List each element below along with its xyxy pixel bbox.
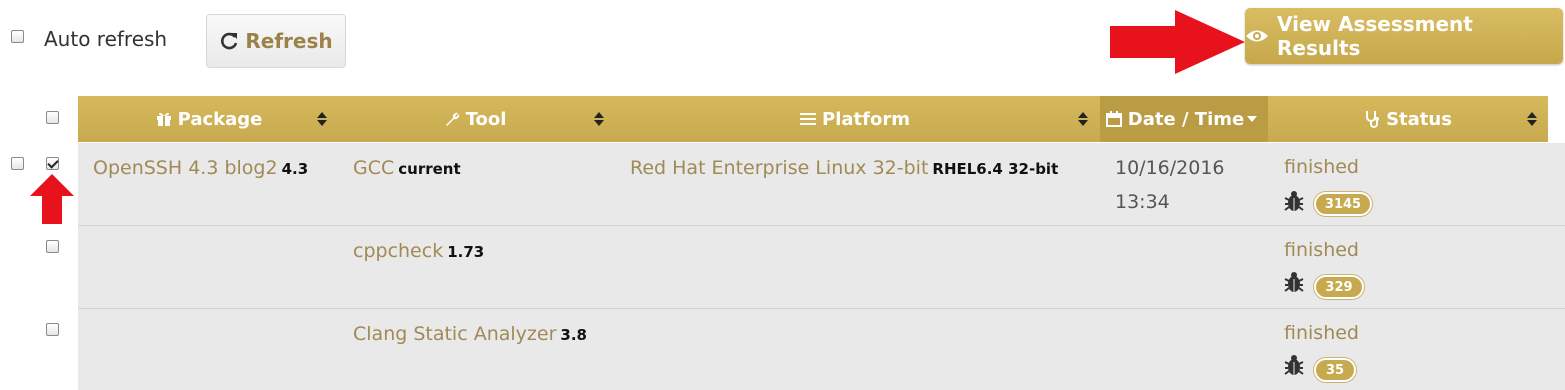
arrow-up-annotation (30, 174, 74, 224)
row-select-checkbox[interactable] (46, 323, 59, 336)
status-text: finished (1284, 322, 1359, 344)
calendar-icon (1105, 111, 1122, 127)
select-all-checkbox[interactable] (46, 111, 59, 124)
column-header-package[interactable]: Package (78, 96, 340, 142)
status-text: finished (1284, 156, 1359, 178)
tool-name-link[interactable]: GCC (353, 157, 394, 179)
table-row: OpenSSH 4.3 blog2 4.3 GCC current Red Hat … (78, 143, 1565, 226)
column-label-status: Status (1386, 108, 1452, 130)
column-label-platform: Platform (822, 108, 910, 130)
table-header: Package Tool Platform Date / Time Status (78, 96, 1548, 142)
tool-cell: cppcheck 1.73 (353, 240, 484, 262)
bug-count-badge[interactable]: 3145 (1314, 192, 1372, 216)
status-text: finished (1284, 239, 1359, 261)
column-label-date-time: Date / Time (1127, 108, 1245, 130)
bug-icon (1284, 272, 1304, 292)
column-header-tool[interactable]: Tool (340, 96, 610, 142)
package-version: 4.3 (281, 160, 309, 178)
auto-refresh-label: Auto refresh (44, 27, 168, 51)
group-select-checkbox[interactable] (11, 157, 24, 170)
sort-icon[interactable] (1077, 96, 1089, 142)
row-select-checkbox[interactable] (46, 240, 59, 253)
platform-version: RHEL6.4 32-bit (932, 160, 1059, 178)
platform-cell: Red Hat Enterprise Linux 32-bit RHEL6.4 3… (630, 157, 1058, 179)
view-assessment-results-label: View Assessment Results (1276, 12, 1473, 60)
tool-cell: GCC current (353, 157, 461, 179)
sort-icon[interactable] (1526, 96, 1538, 142)
stethoscope-icon (1366, 111, 1380, 128)
tool-name-link[interactable]: Clang Static Analyzer (353, 323, 556, 345)
date-value: 10/16/2016 (1115, 157, 1225, 179)
auto-refresh-checkbox[interactable] (11, 30, 24, 43)
arrow-right-annotation (1110, 10, 1245, 74)
tool-name-link[interactable]: cppcheck (353, 240, 443, 262)
tool-version: 3.8 (560, 326, 587, 344)
table-row: cppcheck 1.73 finished 329 (78, 226, 1565, 309)
package-name-link[interactable]: OpenSSH 4.3 blog2 (93, 157, 278, 179)
date-time-cell: 10/16/2016 13:34 (1115, 157, 1225, 225)
refresh-icon (221, 32, 238, 50)
tool-version: current (398, 160, 461, 178)
refresh-button[interactable]: Refresh (206, 14, 346, 68)
tool-cell: Clang Static Analyzer 3.8 (353, 323, 587, 345)
bars-icon (800, 113, 817, 125)
package-cell: OpenSSH 4.3 blog2 4.3 (93, 157, 308, 179)
column-label-tool: Tool (465, 108, 507, 130)
gift-icon (156, 112, 171, 126)
column-header-platform[interactable]: Platform (610, 96, 1100, 142)
bug-count-badge[interactable]: 35 (1314, 358, 1356, 382)
eye-icon (1245, 30, 1268, 42)
row-select-checkbox[interactable] (46, 157, 59, 170)
bug-icon (1284, 191, 1304, 211)
sort-icon[interactable] (316, 96, 328, 142)
column-label-package: Package (177, 108, 263, 130)
time-value: 13:34 (1115, 191, 1170, 213)
column-header-date-time[interactable]: Date / Time (1100, 96, 1250, 142)
bug-count-badge[interactable]: 329 (1314, 275, 1364, 299)
refresh-button-label: Refresh (245, 29, 333, 53)
wrench-icon (445, 112, 459, 126)
tool-version: 1.73 (447, 243, 485, 261)
sort-icon[interactable] (593, 96, 605, 142)
sort-desc-icon[interactable] (1246, 96, 1258, 142)
platform-name-link[interactable]: Red Hat Enterprise Linux 32-bit (630, 157, 928, 179)
bug-icon (1284, 355, 1304, 375)
column-header-status[interactable]: Status (1268, 96, 1548, 142)
table-row: Clang Static Analyzer 3.8 finished 35 (78, 309, 1565, 390)
view-assessment-results-button[interactable]: View Assessment Results (1245, 8, 1563, 64)
